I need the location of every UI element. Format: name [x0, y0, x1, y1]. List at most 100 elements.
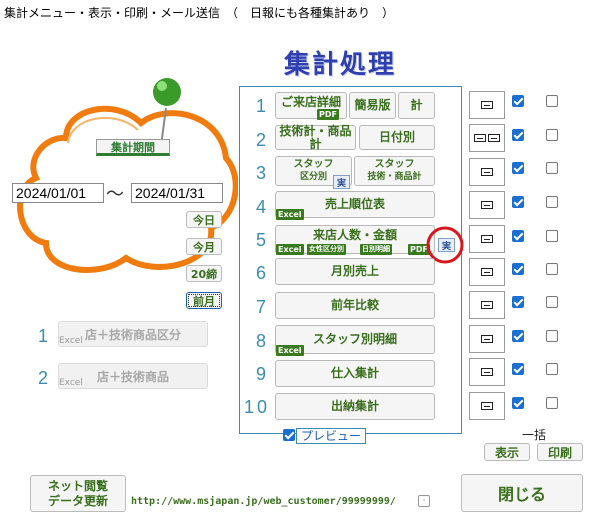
- store-tech-product-button[interactable]: 店＋技術商品 Excel: [58, 363, 208, 389]
- mail-checkbox-2[interactable]: [546, 129, 558, 141]
- send-checkbox-2[interactable]: [512, 129, 524, 141]
- row-num-9: 9: [256, 364, 267, 384]
- bulk-print-button[interactable]: 印刷: [537, 443, 583, 461]
- tech-product-total-button[interactable]: 技術計・商品計: [275, 124, 356, 150]
- row-num-4: 4: [256, 197, 267, 217]
- print-icon-button-9[interactable]: [469, 358, 505, 386]
- printer-icon: [481, 335, 493, 343]
- staff-tech-product-line2: 技術・商品計: [367, 172, 422, 182]
- date-range-tilde: ～: [106, 184, 124, 205]
- send-checkbox-4[interactable]: [512, 196, 524, 208]
- visitor-count-amount-label: 来店人数・金額: [312, 228, 397, 242]
- extra-num-2: 2: [38, 368, 49, 388]
- staff-category-line2: 区分別: [299, 172, 327, 182]
- staff-tech-product-button[interactable]: スタッフ 技術・商品計: [354, 156, 435, 186]
- monthly-sales-button[interactable]: 月別売上: [275, 258, 435, 285]
- net-data-update-button[interactable]: ネット閲覧 データ更新: [30, 475, 126, 512]
- url-dot-button[interactable]: ·: [418, 495, 430, 507]
- excel-sub-label: Excel: [59, 336, 83, 346]
- mail-checkbox-6[interactable]: [546, 263, 558, 275]
- printer-icon: [481, 301, 493, 309]
- prev-month-button[interactable]: 前月: [186, 292, 222, 309]
- bulk-show-button[interactable]: 表示: [484, 443, 530, 461]
- net-line1: ネット閲覧: [47, 478, 108, 493]
- row-num-2: 2: [256, 130, 267, 150]
- female-category-tag: 女性区分別: [307, 244, 346, 255]
- row-num-3: 3: [256, 163, 267, 183]
- printer-icon: [481, 168, 493, 176]
- bulk-label: 一括: [522, 428, 547, 442]
- send-checkbox-6[interactable]: [512, 263, 524, 275]
- row-num-8: 8: [256, 331, 267, 351]
- close20-button[interactable]: 20締: [186, 265, 222, 282]
- printer-icon: [481, 368, 493, 376]
- printer-icon: [488, 134, 500, 142]
- printer-icon: [474, 134, 486, 142]
- excel-tag: Excel: [276, 244, 304, 255]
- print-icon-button-4[interactable]: [469, 191, 505, 219]
- jitsu-button[interactable]: 実: [333, 175, 350, 189]
- row-num-7: 7: [256, 297, 267, 317]
- mail-checkbox-7[interactable]: [546, 296, 558, 308]
- pdf-tag: PDF: [317, 109, 339, 120]
- store-tech-category-button[interactable]: 店＋技術商品区分 Excel: [58, 321, 208, 347]
- mail-checkbox-9[interactable]: [546, 363, 558, 375]
- year-over-year-button[interactable]: 前年比較: [275, 292, 435, 319]
- print-icon-button-2[interactable]: [469, 124, 505, 152]
- excel-tag: Excel: [276, 209, 304, 220]
- store-tech-product-label: 店＋技術商品: [96, 369, 169, 384]
- print-icon-button-6[interactable]: [469, 258, 505, 286]
- row-num-5: 5: [256, 230, 267, 250]
- excel-tag: Excel: [276, 345, 304, 356]
- today-button[interactable]: 今日: [186, 211, 222, 228]
- page-title: 集計処理: [284, 50, 397, 80]
- visit-detail-label: ご来店詳細: [280, 95, 341, 109]
- daily-detail-tag: 日別明細: [360, 244, 392, 255]
- staff-category-line1: スタッフ: [293, 159, 334, 170]
- mail-checkbox-1[interactable]: [546, 95, 558, 107]
- send-checkbox-7[interactable]: [512, 296, 524, 308]
- print-icon-button-10[interactable]: [469, 392, 505, 420]
- preview-label: プレビュー: [296, 428, 367, 444]
- extra-num-1: 1: [38, 326, 49, 346]
- customer-url[interactable]: http://www.msjapan.jp/web_customer/99999…: [131, 496, 396, 507]
- mail-checkbox-4[interactable]: [546, 196, 558, 208]
- print-icon-button-3[interactable]: [469, 158, 505, 186]
- period-label-text: 集計期間: [111, 140, 155, 154]
- mail-checkbox-3[interactable]: [546, 162, 558, 174]
- window-title: 集計メニュー・表示・印刷・メール送信 （ 日報にも各種集計あり ）: [4, 6, 395, 20]
- send-checkbox-1[interactable]: [512, 95, 524, 107]
- print-icon-button-7[interactable]: [469, 291, 505, 319]
- print-icon-button-5[interactable]: [469, 225, 505, 253]
- purchase-total-button[interactable]: 仕入集計: [275, 360, 435, 387]
- by-date-button[interactable]: 日付別: [359, 125, 435, 150]
- simple-version-button[interactable]: 簡易版: [349, 92, 396, 119]
- excel-sub-label: Excel: [59, 378, 83, 388]
- send-checkbox-5[interactable]: [512, 230, 524, 242]
- net-line2: データ更新: [47, 493, 108, 508]
- print-icon-button-8[interactable]: [469, 325, 505, 353]
- row-num-6: 6: [256, 263, 267, 283]
- this-month-button[interactable]: 今月: [186, 238, 222, 255]
- mail-checkbox-8[interactable]: [546, 330, 558, 342]
- total-button[interactable]: 計: [398, 92, 435, 119]
- send-checkbox-3[interactable]: [512, 162, 524, 174]
- row-num-1: 1: [256, 96, 267, 116]
- mail-checkbox-10[interactable]: [546, 397, 558, 409]
- print-icon-button-1[interactable]: [469, 91, 505, 119]
- send-checkbox-8[interactable]: [512, 330, 524, 342]
- preview-checkbox[interactable]: [283, 429, 295, 441]
- printer-icon: [481, 235, 493, 243]
- printer-icon: [481, 201, 493, 209]
- store-tech-category-label: 店＋技術商品区分: [84, 327, 181, 342]
- start-date-input[interactable]: 2024/01/01: [12, 183, 104, 203]
- mail-checkbox-5[interactable]: [546, 230, 558, 242]
- close-button[interactable]: 閉じる: [461, 474, 583, 512]
- printer-icon: [481, 402, 493, 410]
- end-date-input[interactable]: 2024/01/31: [131, 183, 223, 203]
- send-checkbox-10[interactable]: [512, 397, 524, 409]
- send-checkbox-9[interactable]: [512, 363, 524, 375]
- cash-book-total-button[interactable]: 出納集計: [275, 393, 435, 420]
- row-num-10: 10: [244, 397, 271, 417]
- printer-icon: [481, 101, 493, 109]
